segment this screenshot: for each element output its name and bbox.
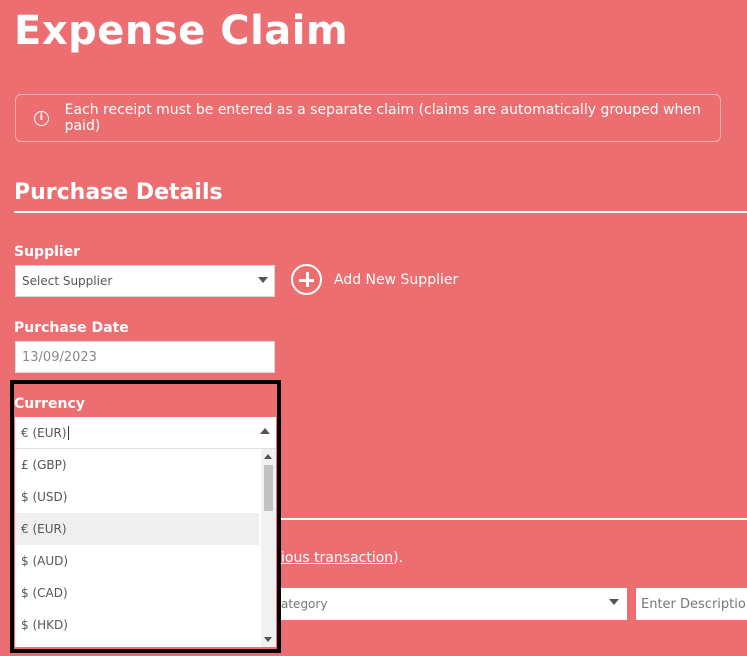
- supplier-label: Supplier: [14, 244, 81, 260]
- category-placeholder: ategory: [281, 597, 328, 611]
- supplier-select[interactable]: Select Supplier: [15, 265, 275, 297]
- info-message: Each receipt must be entered as a separa…: [64, 102, 701, 134]
- page-title: Expense Claim: [14, 8, 349, 54]
- purchase-date-value: 13/09/2023: [22, 349, 97, 365]
- supplier-select-placeholder: Select Supplier: [22, 274, 113, 288]
- add-new-supplier-label: Add New Supplier: [334, 271, 459, 288]
- section-divider: [14, 211, 747, 213]
- chevron-down-icon: [609, 599, 619, 605]
- plus-circle-icon: [291, 264, 322, 295]
- purchase-date-field[interactable]: 13/09/2023: [15, 341, 275, 373]
- link-suffix: ).: [393, 550, 404, 566]
- add-new-supplier-button[interactable]: Add New Supplier: [291, 264, 458, 295]
- info-icon: i: [34, 110, 49, 126]
- purchase-date-label: Purchase Date: [14, 320, 129, 336]
- highlight-frame: [10, 380, 281, 653]
- info-banner: i Each receipt must be entered as a sepa…: [15, 94, 721, 142]
- description-placeholder: Enter Descriptio: [641, 596, 746, 612]
- previous-transaction-text: ious transaction).: [281, 550, 403, 566]
- category-select[interactable]: ategory: [281, 588, 627, 620]
- chevron-down-icon: [258, 277, 268, 283]
- section-title-purchase-details: Purchase Details: [14, 180, 223, 205]
- section-divider-2: [281, 518, 747, 520]
- description-input[interactable]: Enter Descriptio: [636, 588, 747, 620]
- previous-transaction-link[interactable]: ious transaction: [281, 550, 393, 566]
